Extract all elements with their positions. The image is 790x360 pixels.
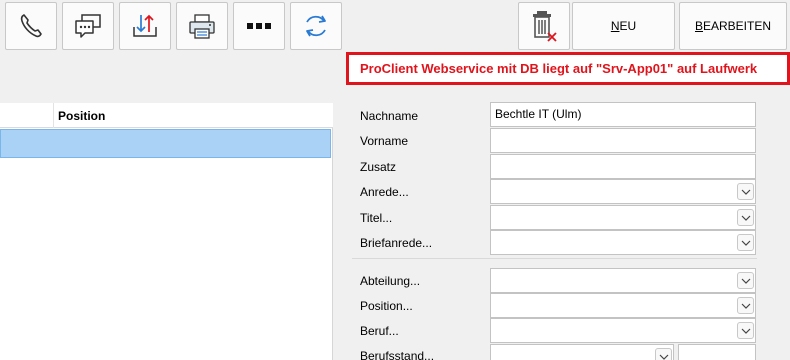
delete-button[interactable] — [518, 2, 570, 50]
zusatz-field[interactable] — [490, 154, 756, 179]
nachname-value: Bechtle IT (Ulm) — [495, 107, 582, 121]
position-dropdown-button[interactable] — [737, 297, 754, 314]
warning-banner: ProClient Webservice mit DB liegt auf "S… — [346, 52, 790, 85]
berufsstand-extra-field[interactable] — [678, 344, 756, 360]
transfer-icon — [130, 11, 160, 41]
chat-icon — [73, 12, 103, 40]
abteilung-label[interactable]: Abteilung... — [360, 274, 420, 288]
more-icon — [245, 21, 273, 31]
refresh-button[interactable] — [290, 2, 342, 50]
new-button-label: NEU — [610, 19, 637, 33]
titel-select[interactable] — [490, 205, 756, 230]
phone-icon — [17, 12, 45, 40]
column-header-position[interactable]: Position — [58, 109, 105, 123]
beruf-select[interactable] — [490, 318, 756, 343]
abteilung-select[interactable] — [490, 268, 756, 293]
chevron-down-icon — [741, 294, 751, 317]
transfer-button[interactable] — [119, 2, 171, 50]
beruf-label[interactable]: Beruf... — [360, 324, 399, 338]
berufsstand-label[interactable]: Berufsstand... — [360, 349, 434, 360]
zusatz-label: Zusatz — [360, 160, 397, 174]
nachname-field[interactable]: Bechtle IT (Ulm) — [490, 102, 756, 127]
beruf-dropdown-button[interactable] — [737, 322, 754, 339]
contact-list[interactable]: Position — [0, 103, 333, 360]
briefanrede-select[interactable] — [490, 230, 756, 255]
berufsstand-dropdown-button[interactable] — [655, 348, 672, 360]
table-row[interactable] — [0, 129, 331, 158]
anrede-label[interactable]: Anrede... — [360, 185, 409, 199]
print-button[interactable] — [176, 2, 228, 50]
refresh-icon — [301, 11, 331, 41]
briefanrede-dropdown-button[interactable] — [737, 234, 754, 251]
chevron-down-icon — [741, 180, 751, 203]
vorname-field[interactable] — [490, 128, 756, 153]
chevron-down-icon — [741, 319, 751, 342]
trash-icon — [529, 9, 559, 43]
list-header: Position — [0, 103, 333, 128]
edit-button-label: BEARBEITEN — [694, 19, 772, 33]
more-button[interactable] — [233, 2, 285, 50]
chevron-down-icon — [741, 269, 751, 292]
titel-dropdown-button[interactable] — [737, 209, 754, 226]
warning-banner-text: ProClient Webservice mit DB liegt auf "S… — [360, 61, 758, 76]
chevron-down-icon — [741, 206, 751, 229]
briefanrede-label[interactable]: Briefanrede... — [360, 236, 432, 250]
vorname-label: Vorname — [360, 134, 409, 148]
column-divider[interactable] — [53, 103, 54, 128]
anrede-select[interactable] — [490, 179, 756, 204]
edit-button[interactable]: BEARBEITEN — [679, 2, 787, 50]
berufsstand-select[interactable] — [490, 344, 674, 360]
anrede-dropdown-button[interactable] — [737, 183, 754, 200]
titel-label[interactable]: Titel... — [360, 211, 392, 225]
phone-button[interactable] — [5, 2, 57, 50]
abteilung-dropdown-button[interactable] — [737, 272, 754, 289]
form-separator — [352, 258, 757, 259]
new-button[interactable]: NEU — [572, 2, 675, 50]
nachname-label: Nachname — [360, 109, 419, 123]
chevron-down-icon — [741, 231, 751, 254]
position-label[interactable]: Position... — [360, 299, 413, 313]
position-select[interactable] — [490, 293, 756, 318]
chevron-down-icon — [659, 345, 669, 360]
printer-icon — [187, 12, 217, 40]
chat-button[interactable] — [62, 2, 114, 50]
